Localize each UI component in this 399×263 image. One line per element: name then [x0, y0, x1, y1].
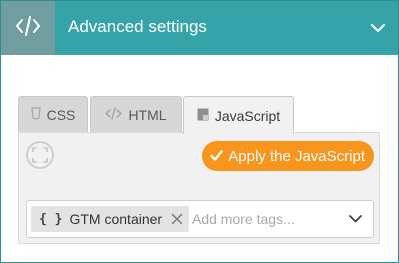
chevron-down-icon[interactable] — [347, 211, 363, 227]
tab-css-label: CSS — [46, 107, 76, 123]
js-file-icon — [197, 108, 209, 124]
code-icon — [15, 15, 41, 42]
apply-javascript-button[interactable]: Apply the JavaScript — [202, 141, 374, 171]
chevron-down-icon[interactable] — [368, 18, 388, 38]
tag-label: GTM container — [69, 211, 163, 227]
close-icon[interactable] — [171, 210, 183, 228]
tab-html[interactable]: HTML — [90, 96, 182, 133]
advanced-settings-panel: Advanced settings CSS HTML JavaScript Ap… — [0, 0, 399, 263]
tab-javascript-label: JavaScript — [214, 107, 281, 124]
apply-javascript-label: Apply the JavaScript — [228, 147, 365, 165]
add-tags-input[interactable] — [192, 210, 332, 228]
tag-chip: { } GTM container — [31, 206, 190, 232]
panel-title: Advanced settings — [68, 17, 207, 36]
tab-html-label: HTML — [128, 107, 167, 123]
tab-css[interactable]: CSS — [18, 96, 88, 133]
braces-icon: { } — [39, 211, 63, 227]
code-icon — [105, 107, 123, 123]
check-icon — [210, 148, 223, 165]
panel-header[interactable]: Advanced settings — [1, 1, 398, 55]
css-file-icon — [30, 107, 41, 123]
tab-javascript[interactable]: JavaScript — [183, 96, 294, 134]
tags-field[interactable]: { } GTM container — [26, 200, 374, 238]
code-tabs: CSS HTML JavaScript — [18, 96, 380, 134]
fullscreen-icon[interactable] — [26, 141, 54, 169]
code-icon-button — [1, 1, 55, 55]
javascript-editor-pane: Apply the JavaScript { } GTM container — [18, 132, 380, 244]
